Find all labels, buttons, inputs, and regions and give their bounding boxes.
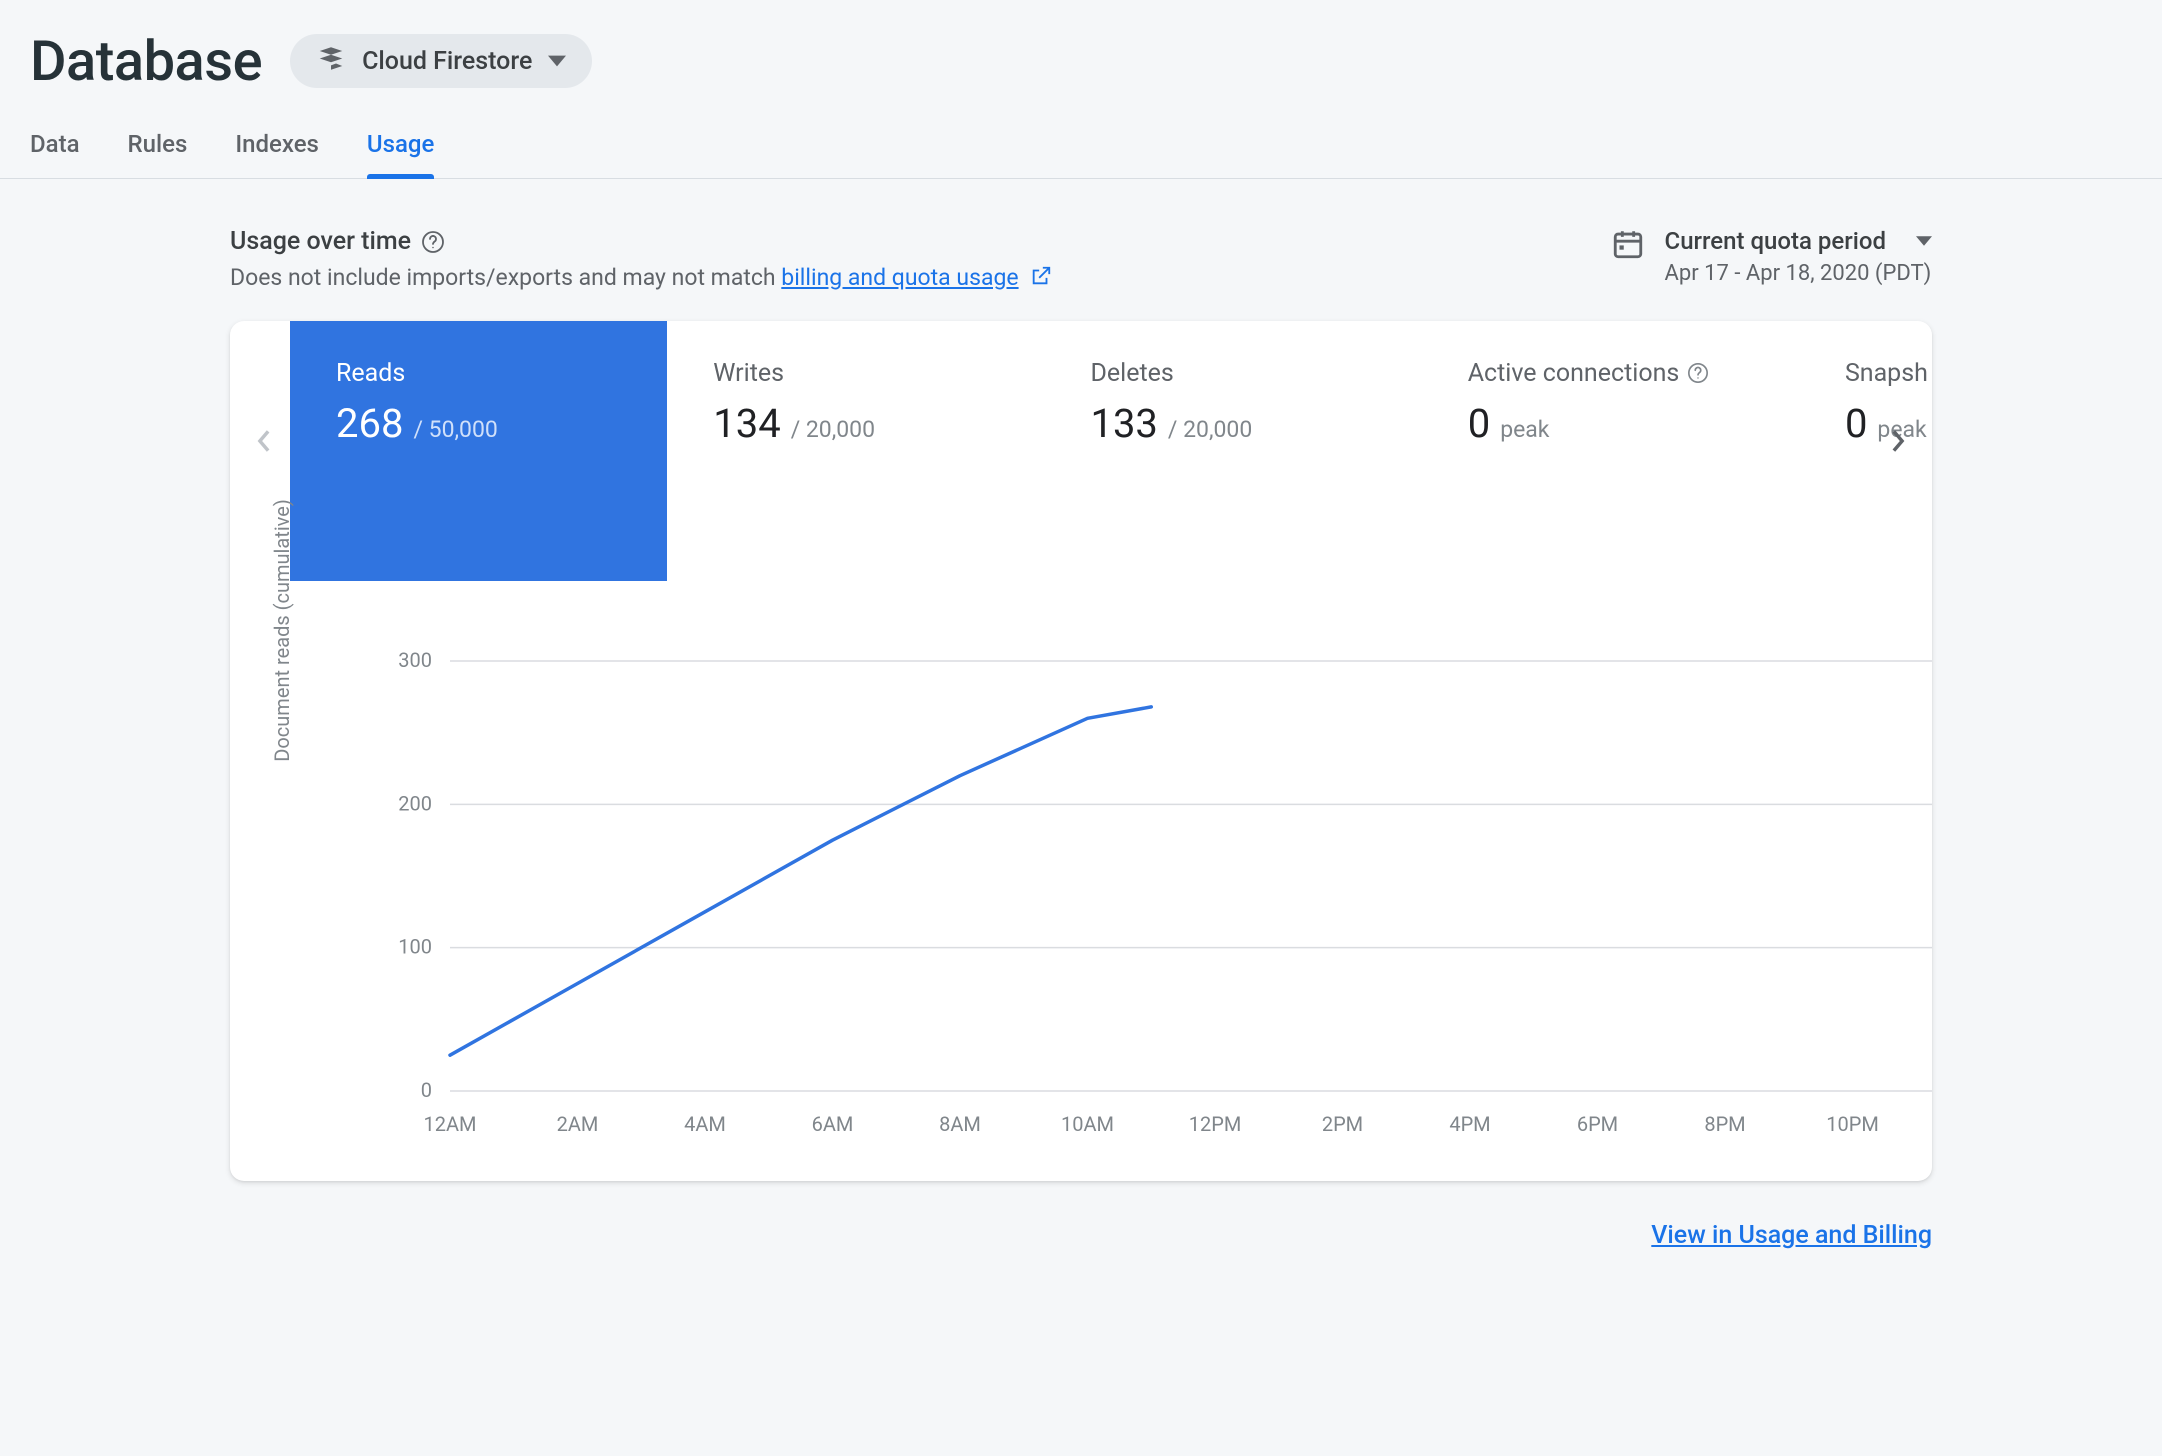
tab-rules[interactable]: Rules (128, 130, 188, 178)
metric-value: 134 (713, 400, 780, 447)
content: Usage over time Does not include imports… (0, 179, 2162, 1181)
metrics-row: Reads 268 / 50,000 Writes 134 / 20,000 D… (230, 321, 1932, 581)
tab-data[interactable]: Data (30, 130, 80, 178)
billing-quota-link[interactable]: billing and quota usage (781, 264, 1018, 291)
view-usage-billing-link[interactable]: View in Usage and Billing (1651, 1221, 1932, 1250)
metric-title: Writes (713, 359, 998, 388)
usage-header-row: Usage over time Does not include imports… (230, 227, 1932, 293)
tabs: Data Rules Indexes Usage (0, 94, 2162, 179)
metric-value: 268 (336, 400, 403, 447)
page-title: Database (30, 28, 262, 94)
help-icon[interactable] (421, 230, 445, 254)
svg-text:10AM: 10AM (1061, 1112, 1114, 1136)
metric-value-row: 133 / 20,000 (1090, 400, 1375, 447)
period-label: Current quota period (1665, 227, 1886, 255)
svg-text:200: 200 (398, 791, 432, 815)
metric-title: Active connections (1468, 359, 1753, 388)
metric-title: Snapsh (1845, 359, 1932, 388)
period-selector[interactable]: Current quota period Apr 17 - Apr 18, 20… (1611, 227, 1932, 286)
scroll-right-button[interactable] (1878, 421, 1918, 461)
svg-text:6PM: 6PM (1577, 1112, 1618, 1136)
svg-text:0: 0 (421, 1078, 432, 1102)
svg-text:8PM: 8PM (1704, 1112, 1745, 1136)
metric-active-connections[interactable]: Active connections 0 peak (1422, 321, 1799, 581)
database-selector-label: Cloud Firestore (362, 47, 532, 76)
usage-title: Usage over time (230, 227, 1052, 256)
svg-text:12PM: 12PM (1189, 1112, 1242, 1136)
svg-text:100: 100 (398, 935, 432, 959)
usage-subtitle: Does not include imports/exports and may… (230, 264, 1052, 293)
metric-value-row: 134 / 20,000 (713, 400, 998, 447)
dropdown-caret-icon (1916, 227, 1932, 255)
help-icon[interactable] (1687, 362, 1709, 384)
svg-text:300: 300 (398, 648, 432, 672)
header: Database Cloud Firestore (0, 0, 2162, 94)
usage-card: Reads 268 / 50,000 Writes 134 / 20,000 D… (230, 321, 1932, 1181)
metric-value: 0 (1845, 400, 1867, 447)
calendar-icon (1611, 227, 1645, 265)
external-link-icon (1030, 265, 1052, 293)
database-selector[interactable]: Cloud Firestore (290, 34, 592, 88)
metric-limit: / 20,000 (791, 416, 875, 443)
period-range: Apr 17 - Apr 18, 2020 (PDT) (1665, 261, 1932, 286)
metric-value-row: 0 peak (1468, 400, 1753, 447)
svg-text:4AM: 4AM (684, 1112, 726, 1136)
svg-text:2AM: 2AM (557, 1112, 599, 1136)
metric-limit: / 20,000 (1168, 416, 1252, 443)
svg-text:4PM: 4PM (1449, 1112, 1490, 1136)
svg-text:2PM: 2PM (1322, 1112, 1363, 1136)
svg-text:10PM: 10PM (1826, 1112, 1879, 1136)
metric-title-text: Active connections (1468, 359, 1680, 388)
usage-title-block: Usage over time Does not include imports… (230, 227, 1052, 293)
scroll-left-button[interactable] (244, 421, 284, 461)
metric-value: 133 (1090, 400, 1157, 447)
metric-writes[interactable]: Writes 134 / 20,000 (667, 321, 1044, 581)
firestore-icon (316, 46, 346, 76)
metric-suffix: peak (1500, 416, 1549, 443)
metric-value-row: 268 / 50,000 (336, 400, 621, 447)
tab-indexes[interactable]: Indexes (235, 130, 319, 178)
chart-ylabel: Document reads (cumulative) (270, 499, 294, 762)
svg-text:12AM: 12AM (424, 1112, 477, 1136)
period-text: Current quota period Apr 17 - Apr 18, 20… (1665, 227, 1932, 286)
usage-subtitle-prefix: Does not include imports/exports and may… (230, 264, 781, 291)
metric-reads[interactable]: Reads 268 / 50,000 (290, 321, 667, 581)
usage-title-text: Usage over time (230, 227, 411, 256)
chart-area: Document reads (cumulative) 010020030012… (230, 581, 1932, 1181)
metric-title: Deletes (1090, 359, 1375, 388)
svg-text:6AM: 6AM (812, 1112, 854, 1136)
metric-limit: / 50,000 (413, 416, 497, 443)
footer-link-text: View in Usage and Billing (1651, 1221, 1932, 1250)
svg-text:8AM: 8AM (939, 1112, 981, 1136)
metric-value: 0 (1468, 400, 1490, 447)
chart: 0 100 200 300 12AM 2AM 4AM 6AM 8AM 10AM 12PM 2PM 4PM… (300, 641, 1932, 1161)
footer: View in Usage and Billing (0, 1181, 2162, 1250)
dropdown-caret-icon (548, 52, 566, 70)
metric-title: Reads (336, 359, 621, 388)
billing-quota-link-text: billing and quota usage (781, 264, 1018, 291)
tab-usage[interactable]: Usage (367, 130, 434, 178)
period-label-row: Current quota period (1665, 227, 1932, 255)
metric-deletes[interactable]: Deletes 133 / 20,000 (1044, 321, 1421, 581)
